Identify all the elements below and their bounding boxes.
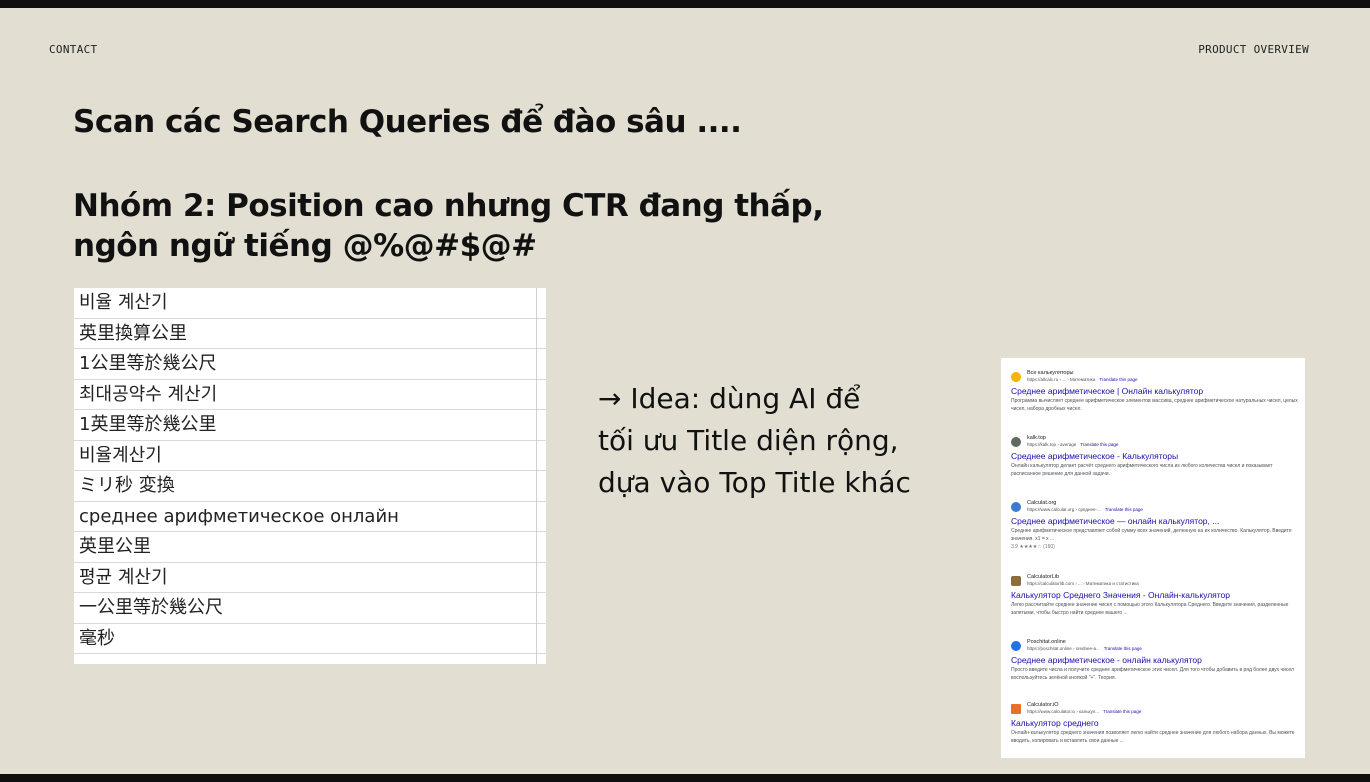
search-result: Calculat.org https://www.calculat.org › … (1011, 500, 1301, 551)
table-row: 英里換算公里 (74, 319, 546, 349)
subtitle-line-2: ngôn ngữ tiếng @%@#$@# (73, 228, 537, 264)
search-result: kalk.top https://kalk.top › average Trans… (1011, 435, 1301, 478)
table-row: 毫秒 (74, 624, 546, 654)
result-snippet: Просто введите числа и получите среднее … (1011, 667, 1294, 681)
result-site: Calculator.iO (1027, 702, 1059, 708)
result-url: https://www.calculat.org › среднее-... Tr… (1027, 507, 1143, 513)
table-column-divider (536, 288, 537, 664)
query-table: 비율 계산기 英里換算公里 1公里等於幾公尺 최대공약수 계산기 1英里等於幾公… (74, 288, 546, 664)
result-url: https://poschitat.online › srednee-a... T… (1027, 646, 1142, 652)
result-url-text: https://poschitat.online › srednee-a... (1027, 646, 1100, 651)
translate-link[interactable]: Translate this page (1105, 507, 1143, 512)
result-title-link[interactable]: Среднее арифметическое - онлайн калькуля… (1011, 654, 1301, 666)
table-row: 一公里等於幾公尺 (74, 593, 546, 624)
site-favicon-icon (1011, 704, 1021, 714)
slide-title: Scan các Search Queries để đào sâu .... (73, 104, 742, 140)
result-site: kalk.top (1027, 435, 1046, 441)
result-snippet: Онлайн-калькулятор среднего значения поз… (1011, 730, 1295, 744)
search-result: Poschitat.online https://poschitat.onlin… (1011, 639, 1301, 682)
result-url: https://www.calculator.io › калькул... Tr… (1027, 709, 1141, 715)
result-url-text: https://allcalc.ru › ... › Математика (1027, 377, 1096, 382)
translate-link[interactable]: Translate this page (1103, 709, 1141, 714)
table-row: среднее арифметическое онлайн (74, 502, 546, 532)
result-site: CalculatorLib (1027, 574, 1060, 580)
table-row: 비율 계산기 (74, 288, 546, 319)
search-results-screenshot: Все калькуляторы https://allcalc.ru › ..… (1001, 358, 1305, 758)
search-result: Все калькуляторы https://allcalc.ru › ..… (1011, 370, 1301, 413)
result-snippet: Легко рассчитайте среднее значение чисел… (1011, 602, 1289, 616)
idea-text: → Idea: dùng AI để tối ưu Title diện rộn… (598, 378, 988, 504)
table-row: 1公里等於幾公尺 (74, 349, 546, 380)
search-result: CalculatorLib https://calculatorlib.com … (1011, 574, 1301, 617)
result-title-link[interactable]: Среднее арифметическое — онлайн калькуля… (1011, 515, 1301, 527)
result-title-link[interactable]: Среднее арифметическое | Онлайн калькуля… (1011, 385, 1301, 397)
table-row: ミリ秒 変換 (74, 471, 546, 502)
table-row: 평균 계산기 (74, 563, 546, 593)
result-url-text: https://calculatorlib.com › ... › Матема… (1027, 581, 1139, 586)
subtitle-line-1: Nhóm 2: Position cao nhưng CTR đang thấp… (73, 188, 824, 224)
result-url-text: https://www.calculator.io › калькул... (1027, 709, 1100, 714)
site-favicon-icon (1011, 576, 1021, 586)
site-favicon-icon (1011, 502, 1021, 512)
result-url-text: https://www.calculat.org › среднее-... (1027, 507, 1101, 512)
result-site: Calculat.org (1027, 500, 1057, 506)
result-rating: 3.9 ★★★★☆ (160) (1011, 544, 1055, 550)
result-title-link[interactable]: Калькулятор среднего (1011, 717, 1301, 729)
translate-link[interactable]: Translate this page (1099, 377, 1137, 382)
result-site: Poschitat.online (1027, 639, 1066, 645)
slide-subtitle: Nhóm 2: Position cao nhưng CTR đang thấp… (73, 186, 853, 266)
result-title-link[interactable]: Калькулятор Среднего Значения - Онлайн-к… (1011, 589, 1301, 601)
site-favicon-icon (1011, 437, 1021, 447)
table-row: 비율계산기 (74, 441, 546, 471)
result-title-link[interactable]: Среднее арифметическое - Калькуляторы (1011, 450, 1301, 462)
result-url: https://allcalc.ru › ... › Математика Tra… (1027, 377, 1137, 383)
header-contact: CONTACT (49, 43, 98, 56)
idea-line-1: → Idea: dùng AI để (598, 382, 861, 415)
translate-link[interactable]: Translate this page (1104, 646, 1142, 651)
table-row: 英里公里 (74, 532, 546, 563)
search-result: Calculator.iO https://www.calculator.io … (1011, 702, 1301, 745)
slide: CONTACT PRODUCT OVERVIEW Scan các Search… (0, 8, 1370, 774)
site-favicon-icon (1011, 641, 1021, 651)
result-snippet: Среднее арифметическое представляет собо… (1011, 528, 1292, 542)
result-snippet: Онлайн калькулятор делает расчёт среднег… (1011, 463, 1273, 477)
site-favicon-icon (1011, 372, 1021, 382)
table-row: 최대공약수 계산기 (74, 380, 546, 410)
result-url: https://calculatorlib.com › ... › Матема… (1027, 581, 1143, 587)
idea-line-3: dựa vào Top Title khác (598, 466, 911, 499)
idea-line-2: tối ưu Title diện rộng, (598, 424, 899, 457)
result-snippet: Программа вычисляет среднее арифметическ… (1011, 398, 1298, 412)
table-row: 1英里等於幾公里 (74, 410, 546, 441)
result-url: https://kalk.top › average Translate this… (1027, 442, 1118, 448)
translate-link[interactable]: Translate this page (1080, 442, 1118, 447)
result-site: Все калькуляторы (1027, 370, 1074, 376)
result-url-text: https://kalk.top › average (1027, 442, 1077, 447)
header-product-overview: PRODUCT OVERVIEW (1198, 43, 1309, 56)
